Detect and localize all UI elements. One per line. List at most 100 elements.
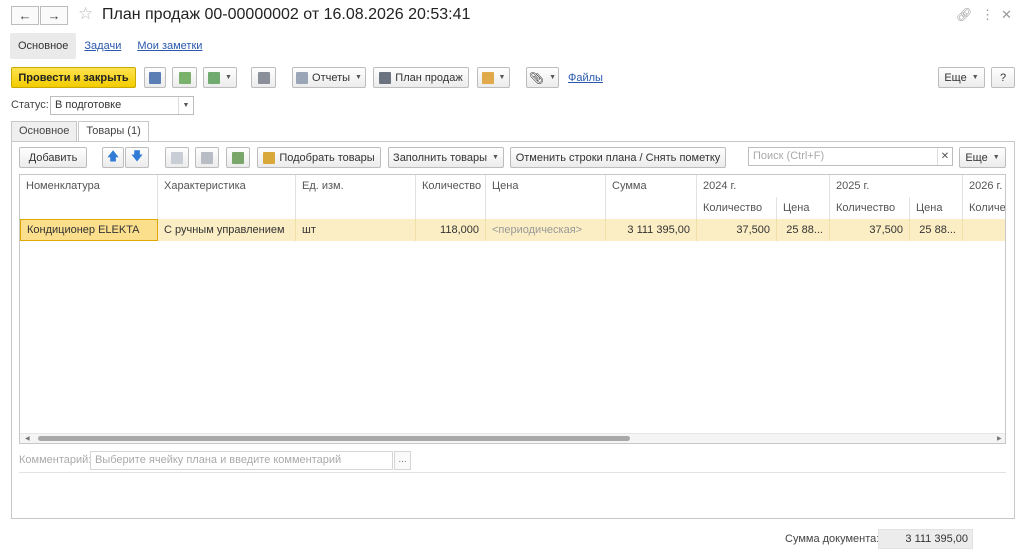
clear-search-icon[interactable]: ✕	[937, 148, 952, 165]
form-tab-notes[interactable]: Мои заметки	[129, 33, 210, 59]
cell-2024-qty[interactable]: 37,500	[697, 219, 777, 241]
cell-2024-price[interactable]: 25 88...	[777, 219, 830, 241]
goods-more-button[interactable]: Еще ▼	[959, 147, 1006, 168]
document-total-label: Сумма документа:	[785, 533, 880, 545]
save-button[interactable]	[144, 67, 166, 88]
structure-button[interactable]	[251, 67, 276, 88]
chevron-down-icon: ▼	[549, 74, 557, 81]
table-icon	[232, 151, 244, 164]
col-header-2024-price[interactable]: Цена	[777, 197, 830, 219]
goods-table[interactable]: Номенклатура Характеристика Ед. изм. Кол…	[19, 174, 1006, 444]
chevron-down-icon: ▼	[992, 154, 1000, 161]
horizontal-scrollbar[interactable]: ◀ ▶	[20, 433, 1005, 443]
sales-plan-print-button[interactable]: План продаж	[373, 67, 469, 88]
col-header-nomenclature[interactable]: Номенклатура	[20, 175, 158, 219]
comment-select-button[interactable]: ...	[394, 451, 411, 470]
table-settings-button[interactable]	[226, 147, 250, 168]
fill-goods-button[interactable]: Заполнить товары ▼	[388, 147, 504, 168]
paste-button[interactable]	[195, 147, 219, 168]
chevron-down-icon: ▼	[178, 97, 193, 114]
document-total-value: 3 111 395,00	[878, 529, 973, 549]
col-header-sum[interactable]: Сумма	[606, 175, 697, 219]
floppy-icon	[149, 71, 161, 84]
window-title: План продаж 00-00000002 от 16.08.2026 20…	[102, 6, 471, 23]
scroll-thumb[interactable]	[38, 436, 630, 441]
link-icon[interactable]: 🔗︎	[956, 7, 973, 23]
cell-quantity[interactable]: 118,000	[416, 219, 486, 241]
more-button[interactable]: Еще ▼	[938, 67, 985, 88]
move-up-button[interactable]: 🡅︎	[102, 147, 124, 168]
files-link[interactable]: Файлы	[568, 72, 603, 84]
report-icon	[296, 71, 309, 84]
post-doc-icon	[178, 71, 191, 84]
tab-goods[interactable]: Товары (1)	[78, 121, 149, 142]
table-row[interactable]: Кондиционер ELEKTA С ручным управлением …	[20, 219, 1005, 241]
post-and-close-button[interactable]: Провести и закрыть	[11, 67, 136, 88]
comment-label: Комментарий:	[19, 454, 92, 466]
chevron-down-icon: ▼	[971, 74, 979, 81]
col-header-quantity[interactable]: Количество	[416, 175, 486, 219]
cell-2025-price[interactable]: 25 88...	[910, 219, 963, 241]
tab-main[interactable]: Основное	[11, 121, 78, 141]
status-select[interactable]: В подготовке ▼	[50, 96, 194, 115]
cell-sum[interactable]: 3 111 395,00	[606, 219, 697, 241]
create-based-button[interactable]: ▼	[203, 67, 237, 88]
chevron-down-icon: ▼	[498, 74, 506, 81]
col-header-2026[interactable]: 2026 г.	[963, 175, 1005, 197]
close-icon[interactable]: ✕	[1001, 7, 1012, 23]
more-vert-icon[interactable]: ⋮	[981, 7, 994, 23]
goods-more-label: Еще	[965, 151, 988, 164]
form-nav: Основное Задачи Мои заметки	[10, 33, 210, 59]
col-header-2024-qty[interactable]: Количество	[697, 197, 777, 219]
paperclip-icon: 📎︎	[528, 70, 545, 85]
pick-goods-button[interactable]: Подобрать товары	[257, 147, 381, 168]
cell-characteristic[interactable]: С ручным управлением	[158, 219, 296, 241]
col-header-2024[interactable]: 2024 г.	[697, 175, 830, 197]
post-button[interactable]	[172, 67, 197, 88]
attach-doc-button[interactable]: ▼	[477, 67, 510, 88]
comment-input[interactable]: Выберите ячейку плана и введите коммента…	[90, 451, 393, 470]
favorite-star-icon[interactable]: ☆	[78, 4, 93, 24]
add-button[interactable]: Добавить	[19, 147, 87, 168]
col-header-2026-qty[interactable]: Количество	[963, 197, 1005, 219]
col-header-price[interactable]: Цена	[486, 175, 606, 219]
arrow-left-icon: ←	[18, 8, 32, 23]
back-button[interactable]: ←	[11, 6, 39, 25]
fill-goods-label: Заполнить товары	[393, 151, 487, 164]
form-tab-main[interactable]: Основное	[10, 33, 77, 59]
arrow-up-icon: 🡅︎	[106, 149, 120, 163]
chevron-down-icon: ▼	[225, 74, 232, 81]
scroll-right-icon[interactable]: ▶	[997, 435, 1002, 442]
col-header-2025-qty[interactable]: Количество	[830, 197, 910, 219]
col-header-2025[interactable]: 2025 г.	[830, 175, 963, 197]
chevron-down-icon: ▼	[492, 154, 499, 161]
cell-2026-qty[interactable]	[963, 219, 1005, 241]
reports-button[interactable]: Отчеты ▼	[292, 67, 366, 88]
folder-icon	[481, 71, 494, 84]
cancel-plan-rows-button[interactable]: Отменить строки плана / Снять пометку	[510, 147, 726, 168]
bag-icon	[263, 151, 276, 164]
col-header-unit[interactable]: Ед. изм.	[296, 175, 416, 219]
cell-nomenclature[interactable]: Кондиционер ELEKTA	[20, 219, 158, 241]
attachments-button[interactable]: 📎︎ ▼	[526, 67, 559, 88]
search-input[interactable]: Поиск (Ctrl+F) ✕	[748, 147, 953, 166]
col-header-2025-price[interactable]: Цена	[910, 197, 963, 219]
sales-plan-label: План продаж	[395, 71, 463, 84]
cell-price[interactable]: <периодическая>	[486, 219, 606, 241]
cell-unit[interactable]: шт	[296, 219, 416, 241]
page-tabs: Основное Товары (1)	[11, 121, 150, 142]
pick-goods-label: Подобрать товары	[279, 151, 375, 164]
form-tab-tasks[interactable]: Задачи	[76, 33, 129, 59]
arrow-down-icon: 🡇︎	[130, 149, 144, 163]
search-placeholder: Поиск (Ctrl+F)	[753, 150, 825, 162]
help-button[interactable]: ?	[991, 67, 1015, 88]
status-label: Статус:	[11, 99, 49, 111]
reports-label: Отчеты	[312, 71, 351, 84]
scroll-left-icon[interactable]: ◀	[25, 435, 30, 442]
move-down-button[interactable]: 🡇︎	[125, 147, 149, 168]
copy-button[interactable]	[165, 147, 189, 168]
title-bar: ← → ☆ План продаж 00-00000002 от 16.08.2…	[0, 0, 1024, 30]
forward-button[interactable]: →	[40, 6, 68, 25]
cell-2025-qty[interactable]: 37,500	[830, 219, 910, 241]
col-header-characteristic[interactable]: Характеристика	[158, 175, 296, 219]
